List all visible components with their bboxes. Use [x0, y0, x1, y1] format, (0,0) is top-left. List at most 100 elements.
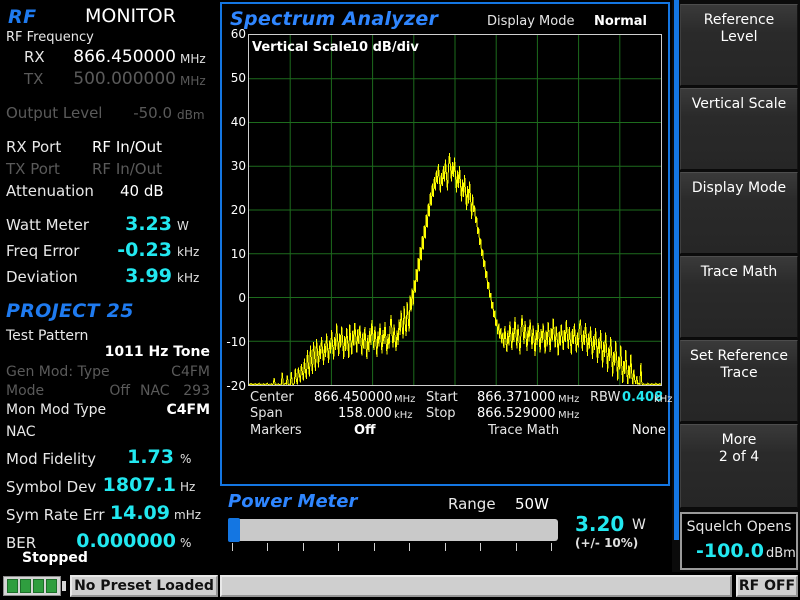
softkey-1[interactable]: Reference Level	[680, 4, 798, 86]
start-value[interactable]: 866.371000	[477, 390, 556, 405]
symbol-dev-unit: Hz	[180, 480, 195, 494]
softkey-label: More 2 of 4	[719, 432, 759, 466]
y-axis-tick: 0	[222, 291, 246, 305]
y-axis-tick: 10	[222, 247, 246, 261]
preset-status[interactable]: No Preset Loaded	[70, 575, 218, 597]
span-label: Span	[250, 406, 283, 421]
softkey-label: Set Reference Trace	[690, 348, 788, 382]
center-unit: MHz	[394, 394, 415, 405]
battery-terminal-icon	[62, 581, 66, 591]
y-axis-tick: 20	[222, 203, 246, 217]
y-axis-tick: 50	[222, 71, 246, 85]
gen-mod-type-value[interactable]: C4FM	[140, 364, 210, 380]
y-axis-tick: 30	[222, 159, 246, 173]
tx-port-value[interactable]: RF In/Out	[92, 160, 196, 178]
rx-frequency-value[interactable]: 866.450000	[60, 47, 176, 67]
squelch-unit: dBm	[766, 546, 796, 561]
power-meter-tick	[303, 543, 304, 551]
spectrum-plot[interactable]	[248, 34, 662, 386]
rbw-label: RBW	[590, 390, 620, 405]
span-value[interactable]: 158.000	[338, 406, 392, 421]
softkey-label: Display Mode	[692, 180, 786, 197]
y-axis-tick: -20	[222, 379, 246, 393]
stop-unit: MHz	[558, 410, 579, 421]
watt-meter-unit: W	[177, 219, 189, 233]
gen-mod-type-label: Gen Mod: Type	[6, 364, 110, 380]
softkey-label: Vertical Scale	[692, 96, 787, 113]
squelch-value: -100.0	[684, 540, 764, 562]
squelch-readout[interactable]: Squelch Opens -100.0dBm	[680, 512, 798, 570]
nac-inline-label: NAC	[140, 383, 170, 399]
freq-error-value: -0.23	[92, 239, 172, 261]
ber-value: 0.000000	[64, 530, 176, 552]
tx-port-label: TX Port	[6, 160, 60, 178]
rx-port-value[interactable]: RF In/Out	[92, 138, 196, 156]
sym-rate-err-unit: mHz	[174, 508, 201, 522]
left-measurement-panel: RF MONITOR RF Frequency RX 866.450000 MH…	[0, 0, 218, 570]
ber-unit: %	[180, 536, 191, 550]
rx-frequency-unit: MHz	[180, 52, 206, 66]
softkey-6[interactable]: More 2 of 4	[680, 424, 798, 508]
output-level-value[interactable]: -50.0	[110, 104, 172, 122]
power-meter-panel[interactable]: Power Meter Range 50W 3.20 W (+/- 10%)	[220, 488, 670, 568]
test-pattern-value[interactable]: 1011 Hz Tone	[96, 344, 210, 360]
power-meter-tick	[445, 543, 446, 551]
power-meter-tick	[338, 543, 339, 551]
squelch-label: Squelch Opens	[682, 519, 796, 535]
page-title: MONITOR	[85, 5, 176, 27]
vertical-scale-value[interactable]: 10 dB/div	[350, 40, 419, 55]
center-value[interactable]: 866.450000	[314, 390, 393, 405]
rf-mode-label: RF	[8, 6, 37, 28]
softkey-3[interactable]: Display Mode	[680, 172, 798, 254]
output-level-unit: dBm	[177, 108, 205, 122]
rf-state-badge[interactable]: RF OFF	[736, 575, 798, 597]
spectrum-analyzer-panel[interactable]: Spectrum Analyzer Display Mode Normal 60…	[220, 2, 670, 486]
power-meter-tick	[232, 543, 233, 551]
display-mode-value[interactable]: Normal	[594, 14, 647, 29]
sym-rate-err-value: 14.09	[104, 502, 170, 524]
softkey-4[interactable]: Trace Math	[680, 256, 798, 338]
nac-inline-value[interactable]: 293	[174, 383, 210, 399]
deviation-label: Deviation	[6, 268, 78, 286]
nac-label: NAC	[6, 424, 36, 440]
stop-value[interactable]: 866.529000	[477, 406, 556, 421]
trace-math-label: Trace Math	[488, 423, 559, 438]
power-meter-tick	[374, 543, 375, 551]
vertical-scale-label: Vertical Scale	[252, 40, 352, 55]
status-message-area	[220, 575, 732, 597]
power-meter-ticks	[228, 543, 558, 552]
rx-port-label: RX Port	[6, 138, 61, 156]
trace-math-value[interactable]: None	[632, 423, 666, 438]
app-root: RF MONITOR RF Frequency RX 866.450000 MH…	[0, 0, 800, 600]
power-meter-value: 3.20	[575, 512, 624, 536]
freq-error-label: Freq Error	[6, 242, 79, 260]
symbol-dev-value: 1807.1	[94, 474, 176, 496]
tx-frequency-value[interactable]: 500.000000	[60, 69, 176, 89]
center-label: Center	[250, 390, 294, 405]
spectrum-plot-area[interactable]	[248, 34, 662, 386]
power-meter-tick	[267, 543, 268, 551]
mod-fidelity-unit: %	[180, 452, 191, 466]
mode-value[interactable]: Off	[90, 383, 130, 399]
spectrum-analyzer-title: Spectrum Analyzer	[230, 8, 438, 30]
power-meter-bar	[228, 519, 558, 541]
rbw-unit: kHz	[654, 394, 673, 405]
mod-fidelity-label: Mod Fidelity	[6, 450, 96, 468]
softkey-active-indicator	[674, 0, 679, 540]
battery-cell	[46, 579, 57, 593]
power-range-value[interactable]: 50W	[515, 495, 549, 513]
display-mode-label: Display Mode	[487, 14, 574, 29]
mon-mod-type-value[interactable]: C4FM	[140, 402, 210, 418]
output-level-label: Output Level	[6, 104, 102, 122]
markers-value[interactable]: Off	[354, 423, 376, 438]
freq-error-unit: kHz	[177, 245, 199, 259]
ber-status: Stopped	[22, 550, 112, 566]
tx-frequency-unit: MHz	[180, 74, 206, 88]
power-meter-tick	[516, 543, 517, 551]
attenuation-value[interactable]: 40 dB	[120, 182, 196, 200]
mode-label: Mode	[6, 383, 44, 399]
y-axis-tick: -10	[222, 335, 246, 349]
softkey-5[interactable]: Set Reference Trace	[680, 340, 798, 422]
softkey-label: Reference Level	[704, 12, 775, 46]
softkey-2[interactable]: Vertical Scale	[680, 88, 798, 170]
